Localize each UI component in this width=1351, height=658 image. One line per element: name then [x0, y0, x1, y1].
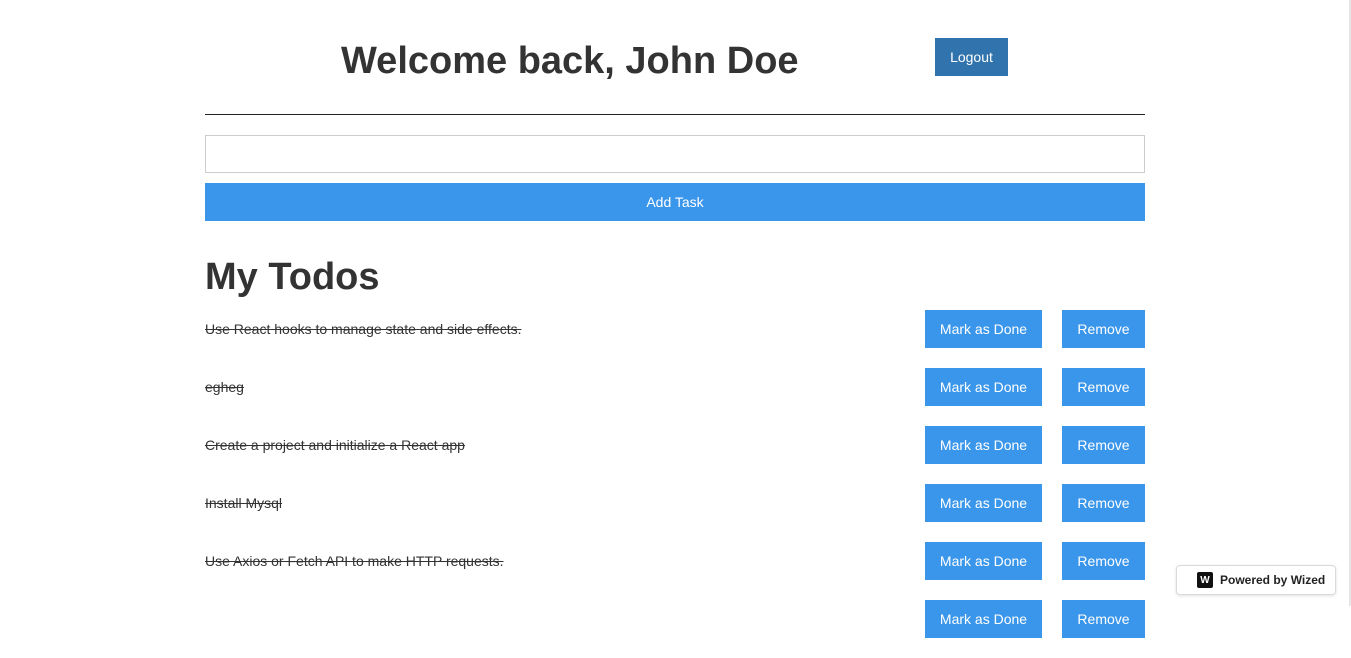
todo-item: egheg Mark as Done Remove: [205, 368, 1145, 406]
mark-as-done-button[interactable]: Mark as Done: [925, 426, 1042, 464]
todo-item: Use React hooks to manage state and side…: [205, 310, 1145, 348]
badge-text: Powered by Wized: [1220, 573, 1326, 587]
header: Welcome back, John Doe Logout: [205, 0, 1145, 115]
add-task-button[interactable]: Add Task: [205, 183, 1145, 221]
task-input[interactable]: [205, 135, 1145, 173]
mark-as-done-button[interactable]: Mark as Done: [925, 310, 1042, 348]
mark-as-done-button[interactable]: Mark as Done: [925, 542, 1042, 580]
remove-button[interactable]: Remove: [1062, 310, 1145, 348]
remove-button[interactable]: Remove: [1062, 542, 1145, 580]
todo-item: Install Mysql Mark as Done Remove: [205, 484, 1145, 522]
todo-item: Create a project and initialize a React …: [205, 426, 1145, 464]
welcome-heading: Welcome back, John Doe: [341, 40, 799, 82]
todo-text: Create a project and initialize a React …: [205, 437, 465, 453]
app-container: Welcome back, John Doe Logout Add Task M…: [205, 0, 1145, 638]
mark-as-done-button[interactable]: Mark as Done: [925, 484, 1042, 522]
logout-button[interactable]: Logout: [935, 38, 1008, 76]
remove-button[interactable]: Remove: [1062, 368, 1145, 406]
todo-text: Use React hooks to manage state and side…: [205, 321, 522, 337]
remove-button[interactable]: Remove: [1062, 426, 1145, 464]
todo-text: Install Mysql: [205, 495, 283, 511]
todos-title: My Todos: [205, 256, 380, 298]
mark-as-done-button[interactable]: Mark as Done: [925, 368, 1042, 406]
remove-button[interactable]: Remove: [1062, 484, 1145, 522]
powered-by-wized-badge[interactable]: W Powered by Wized: [1176, 565, 1336, 595]
wized-logo-icon: W: [1197, 572, 1213, 588]
todo-text: egheg: [205, 379, 244, 395]
todo-item: Use Axios or Fetch API to make HTTP requ…: [205, 542, 1145, 580]
todo-text: Use Axios or Fetch API to make HTTP requ…: [205, 553, 504, 569]
